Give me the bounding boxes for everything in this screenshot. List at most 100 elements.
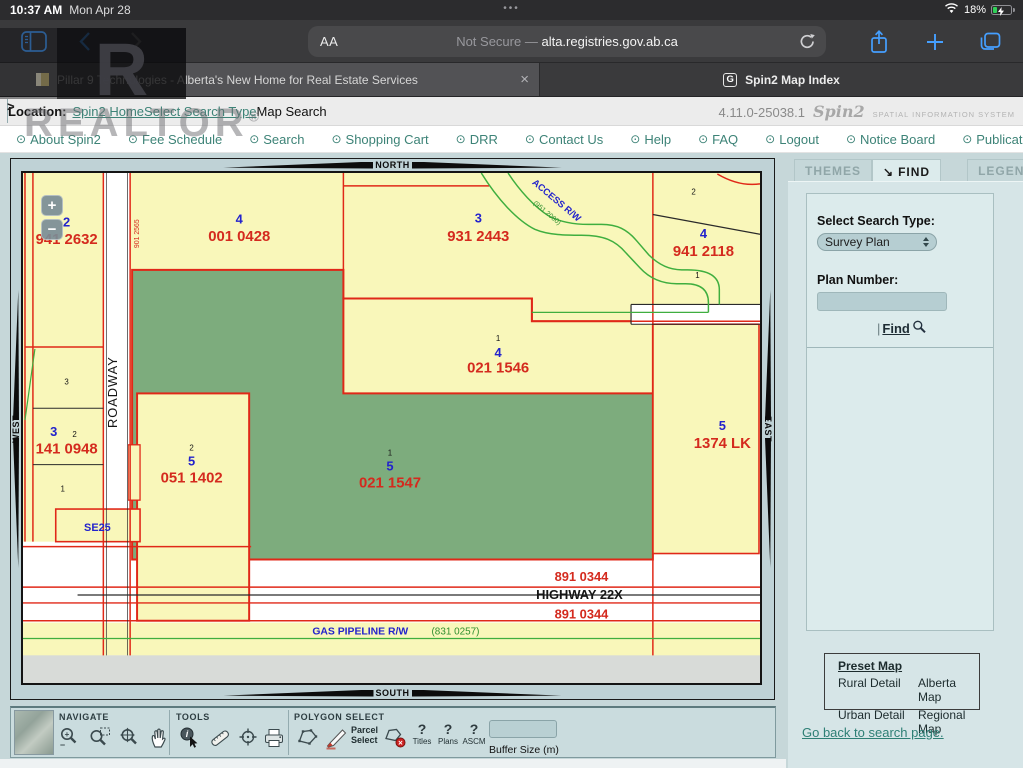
parcel-number: 2 xyxy=(63,214,70,229)
gas-pipeline-label: GAS PIPELINE R/W xyxy=(312,627,408,638)
parcel-number: 5 xyxy=(719,418,726,433)
pan-hand-icon[interactable] xyxy=(145,724,171,752)
tabs-overview-icon[interactable] xyxy=(976,20,1004,63)
polygon-select-icon[interactable] xyxy=(295,724,321,752)
north-band: NORTH xyxy=(11,159,774,171)
plan-number: 001 0428 xyxy=(208,229,270,245)
polygon-select-header: POLYGON SELECT xyxy=(294,712,385,722)
question-icon: ? xyxy=(470,722,479,736)
overview-map-thumbnail[interactable] xyxy=(14,710,54,755)
radio-bullet-icon: ⊙ xyxy=(698,132,708,146)
west-arrow-bar xyxy=(13,438,19,568)
multitask-dots-icon[interactable]: ••• xyxy=(0,3,1023,14)
svg-text:×: × xyxy=(398,738,403,747)
parcel-select-marker-icon[interactable] xyxy=(323,724,349,752)
buffer-size-label: Buffer Size (m) xyxy=(489,744,559,756)
preset-map-title: Preset Map xyxy=(838,659,979,673)
menu-item-shopping-cart[interactable]: ⊙Shopping Cart xyxy=(331,132,428,147)
find-button[interactable]: Find xyxy=(882,321,909,336)
parcel-number: 5 xyxy=(188,454,195,469)
tab-themes[interactable]: THEMES xyxy=(794,159,872,181)
zoom-window-icon[interactable] xyxy=(87,724,113,752)
parcel-number: 4 xyxy=(700,226,708,241)
identify-icon[interactable]: i xyxy=(177,724,203,752)
menu-item-contact-us[interactable]: ⊙Contact Us xyxy=(525,132,603,147)
lot-number: 1 xyxy=(60,484,65,493)
share-icon[interactable] xyxy=(864,20,894,63)
reload-icon[interactable] xyxy=(799,33,816,53)
battery-icon xyxy=(991,5,1012,15)
menu-item-publications[interactable]: ⊙Publications xyxy=(962,132,1023,147)
east-arrow-bar xyxy=(765,438,771,568)
tab-legend[interactable]: LEGEND xyxy=(967,159,1023,181)
radio-bullet-icon: ⊙ xyxy=(765,132,775,146)
pan-zoom-icon[interactable] xyxy=(117,724,143,752)
zoom-in-out-icon[interactable]: +− xyxy=(57,724,83,752)
south-label: SOUTH xyxy=(376,688,410,698)
lot-number: 1 xyxy=(695,271,700,280)
text-caret: | xyxy=(877,321,880,336)
menu-item-faq[interactable]: ⊙FAQ xyxy=(698,132,738,147)
map-toolbar: NAVIGATE TOOLS POLYGON SELECT +− i xyxy=(10,706,776,758)
preset-rural-detail[interactable]: Rural Detail xyxy=(838,676,918,704)
radio-bullet-icon: ⊙ xyxy=(331,132,341,146)
menu-item-drr[interactable]: ⊙DRR xyxy=(456,132,498,147)
side-panel: THEMES ↘ FIND LEGEND Select Search Type:… xyxy=(788,158,1023,768)
radio-bullet-icon: ⊙ xyxy=(456,132,466,146)
gas-pipeline-plan: (831 0257) xyxy=(432,627,480,638)
find-panel-body: Select Search Type: Survey Plan Plan Num… xyxy=(788,181,1023,768)
version-number: 4.11.0-25038.1 xyxy=(719,105,806,120)
plan-number: 021 1546 xyxy=(467,361,529,377)
menu-item-notice-board[interactable]: ⊙Notice Board xyxy=(846,132,935,147)
address-bar[interactable]: AA Not Secure — alta.registries.gov.ab.c… xyxy=(308,26,826,57)
print-icon[interactable] xyxy=(261,724,287,752)
new-tab-icon[interactable] xyxy=(922,20,948,63)
measure-icon[interactable] xyxy=(207,724,233,752)
query-titles-button[interactable]: ? Titles xyxy=(409,722,435,746)
plans-label: Plans xyxy=(438,737,458,746)
menu-item-logout[interactable]: ⊙Logout xyxy=(765,132,819,147)
parcel-select-label[interactable]: Parcel Select xyxy=(351,725,378,746)
zoom-in-button[interactable]: + xyxy=(41,195,63,216)
query-ascm-button[interactable]: ? ASCM xyxy=(461,722,487,746)
question-icon: ? xyxy=(444,722,453,736)
search-type-select[interactable]: Survey Plan xyxy=(817,233,937,251)
north-arrow-bar xyxy=(412,162,562,169)
buffer-size-input[interactable] xyxy=(489,720,557,738)
address-text: Not Secure — alta.registries.gov.ab.ca xyxy=(308,34,826,49)
titles-label: Titles xyxy=(413,737,432,746)
find-arrow-icon: ↘ xyxy=(883,165,894,179)
tab-spin2-map-index[interactable]: G Spin2 Map Index xyxy=(540,63,1023,96)
plan-number: 941 2118 xyxy=(673,244,734,260)
plan-number: 021 1547 xyxy=(359,475,421,491)
back-to-search-link[interactable]: Go back to search page. xyxy=(802,725,944,740)
question-icon: ? xyxy=(418,722,427,736)
menu-item-help[interactable]: ⊙Help xyxy=(630,132,671,147)
query-plans-button[interactable]: ? Plans xyxy=(435,722,461,746)
close-tab-icon[interactable]: × xyxy=(510,71,529,88)
parcel-map[interactable]: 2 941 2632 ROADWAY 901 2565 4 001 0428 3… xyxy=(23,173,760,683)
lot-number: 1 xyxy=(388,449,393,458)
tab-find[interactable]: ↘ FIND xyxy=(872,159,941,181)
tab-title: Spin2 Map Index xyxy=(745,73,840,87)
svg-text:−: − xyxy=(60,740,65,750)
preset-alberta-map[interactable]: Alberta Map xyxy=(918,676,979,704)
clear-polygon-icon[interactable]: × xyxy=(383,724,409,752)
north-arrow-bar xyxy=(223,162,373,169)
plan-number-input[interactable] xyxy=(817,292,947,311)
zoom-out-button[interactable]: − xyxy=(41,219,63,240)
svg-text:+: + xyxy=(65,730,70,739)
east-arrow-bar xyxy=(765,290,771,420)
radio-bullet-icon: ⊙ xyxy=(962,132,972,146)
radio-bullet-icon: ⊙ xyxy=(846,132,856,146)
map-frame: NORTH SOUTH WEST EAST + − xyxy=(10,158,775,700)
map-viewport[interactable]: + − xyxy=(21,171,762,685)
center-map-icon[interactable] xyxy=(235,724,261,752)
toolbar-divider xyxy=(288,710,289,755)
west-band: WEST xyxy=(11,171,21,687)
magnifier-icon[interactable] xyxy=(912,320,927,337)
roadway-label: ROADWAY xyxy=(105,356,120,428)
lot-number: 2 xyxy=(72,430,76,439)
east-band: EAST xyxy=(762,171,774,687)
tools-header: TOOLS xyxy=(176,712,210,722)
